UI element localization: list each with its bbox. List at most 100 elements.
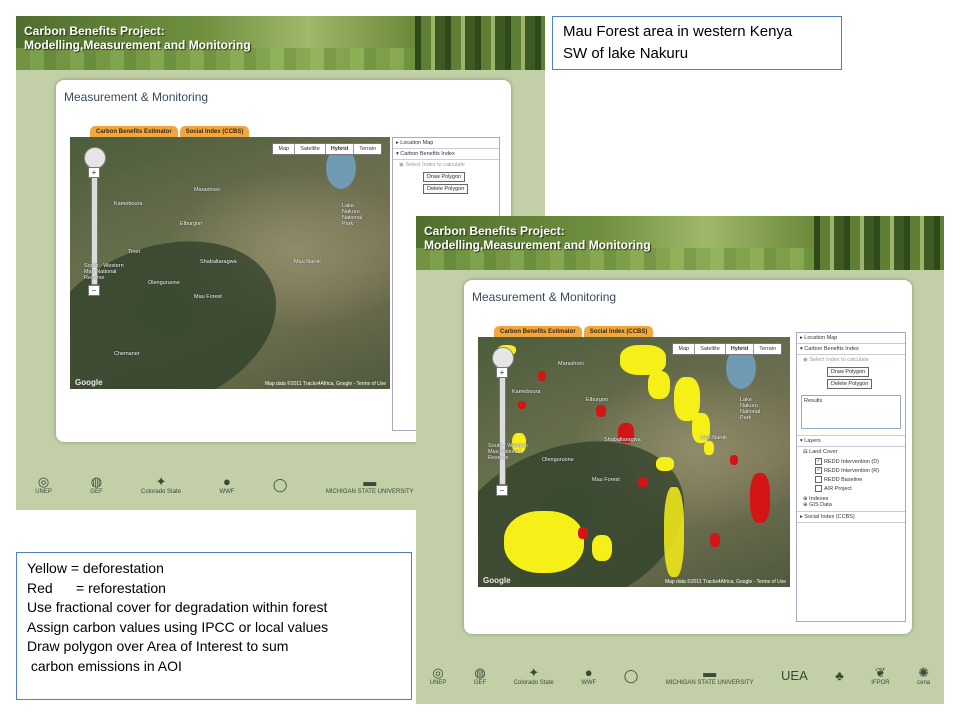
unep-icon: ◎	[432, 664, 444, 680]
delete-polygon-button[interactable]: Delete Polygon	[827, 379, 873, 389]
layer-redd-baseline[interactable]: REDD Baseline	[797, 475, 905, 484]
reforestation-patch	[538, 371, 546, 381]
map-label: Olenguruone	[148, 280, 180, 286]
tree-icon: ♣	[835, 668, 844, 683]
map-label: Shabaltaragwa	[200, 259, 237, 265]
sidebar-social-index[interactable]: ▸ Social Index (CCBS)	[797, 511, 905, 523]
sidebar-gis-data[interactable]: ⊕ GIS Data	[797, 502, 905, 511]
checkbox-checked-icon[interactable]: ✓	[815, 467, 822, 474]
deforestation-patch	[504, 511, 584, 573]
google-logo: Google	[75, 378, 103, 387]
panel-title: Measurement & Monitoring	[64, 90, 209, 104]
delete-polygon-button[interactable]: Delete Polygon	[423, 184, 469, 194]
map-type-control: Map Satellite Hybrid Terrain	[672, 343, 782, 355]
sidebar-location-map[interactable]: ▸ Location Map	[393, 138, 499, 149]
map-type-map[interactable]: Map	[673, 344, 694, 354]
legend-line: Yellow = deforestation	[27, 560, 164, 576]
map-type-satellite[interactable]: Satellite	[694, 344, 725, 354]
logo-globe: ◯	[624, 669, 639, 683]
map-view[interactable]: Map Satellite Hybrid Terrain + − Marasho…	[478, 337, 790, 587]
map-type-terrain[interactable]: Terrain	[353, 144, 381, 154]
globe-icon: ◯	[272, 477, 288, 492]
map-label: Mau Narok	[700, 435, 727, 441]
map-view[interactable]: Map Satellite Hybrid Terrain + − Marasho…	[70, 137, 390, 389]
sidebar-location-map[interactable]: ▸ Location Map	[797, 333, 905, 344]
layer-ar-project[interactable]: A/R Project	[797, 484, 905, 493]
csu-icon: ✦	[155, 473, 167, 489]
legend-line: Draw polygon over Area of Interest to su…	[27, 638, 289, 654]
map-label: Kameboura	[114, 201, 143, 207]
map-type-map[interactable]: Map	[273, 144, 294, 154]
sidebar: ▸ Location Map ▾ Carbon Benefits Index ◉…	[796, 332, 906, 622]
gef-icon: ◍	[474, 664, 486, 680]
reforestation-patch	[710, 533, 720, 547]
map-attribution: Map data ©2011 Tracks4Africa, Google - T…	[264, 381, 386, 387]
deforestation-patch	[704, 441, 714, 455]
msu-icon: ▬	[363, 473, 377, 489]
logo-globe: ◯	[273, 478, 288, 492]
map-type-hybrid[interactable]: Hybrid	[724, 344, 753, 354]
pan-control-icon[interactable]	[84, 147, 106, 169]
logo-csu: ✦ Colorado State	[513, 664, 554, 686]
sidebar-carbon-benefits-index[interactable]: ▾ Carbon Benefits Index	[393, 149, 499, 160]
unep-icon: ◎	[37, 473, 50, 489]
legend-line: Use fractional cover for degradation wit…	[27, 599, 328, 615]
select-index-hint[interactable]: ◉ Select Index to calculate	[797, 355, 905, 365]
panda-icon: ●	[223, 473, 231, 489]
pan-control-icon[interactable]	[492, 347, 514, 369]
logo-unep: ◎ UNEP	[429, 664, 447, 686]
deforestation-patch	[648, 371, 670, 399]
zoom-in-icon[interactable]: +	[88, 167, 100, 178]
screenshot-after: Carbon Benefits Project: Modelling,Measu…	[416, 216, 944, 704]
zoom-out-icon[interactable]: −	[88, 285, 100, 296]
banner-title: Carbon Benefits Project: Modelling,Measu…	[24, 24, 251, 52]
zoom-out-icon[interactable]: −	[496, 485, 508, 496]
logo-wwf: ● WWF	[219, 473, 235, 495]
map-attribution: Map data ©2011 Tracks4Africa, Google - T…	[664, 579, 786, 585]
checkbox-checked-icon[interactable]: ✓	[815, 458, 822, 465]
reforestation-patch	[578, 527, 588, 539]
partner-logo-strip: ◎ UNEP ◍ GEF ✦ Colorado State ● WWF ◯ ▬ MICHI…	[416, 648, 944, 704]
logo-uea: UEA	[781, 669, 808, 683]
checkbox-icon[interactable]	[815, 485, 822, 492]
google-logo: Google	[483, 576, 511, 585]
uea-icon: UEA	[781, 668, 808, 683]
sidebar-layers[interactable]: ▾ Layers	[797, 435, 905, 447]
sidebar-indexes[interactable]: ⊕ Indexes	[797, 493, 905, 502]
zoom-in-icon[interactable]: +	[496, 367, 508, 378]
zoom-slider[interactable]	[499, 373, 506, 485]
select-index-hint[interactable]: ◉ Select Index to calculate	[393, 160, 499, 170]
logo-csu: ✦ Colorado State	[141, 473, 182, 495]
map-label: Marashoni	[194, 187, 220, 193]
map-label: Tinet	[128, 249, 141, 255]
banner-title: Carbon Benefits Project: Modelling,Measu…	[424, 224, 651, 252]
map-label: Lake Nakuru National Park	[342, 203, 363, 227]
map-type-satellite[interactable]: Satellite	[294, 144, 325, 154]
gef-icon: ◍	[90, 473, 103, 489]
checkbox-icon[interactable]	[815, 476, 822, 483]
draw-polygon-button[interactable]: Draw Polygon	[423, 172, 466, 182]
map-label: Marashoni	[558, 361, 584, 367]
logo-cena: ✺ cena	[917, 664, 931, 686]
msu-icon: ▬	[703, 664, 717, 680]
sidebar-carbon-benefits-index[interactable]: ▾ Carbon Benefits Index	[797, 344, 905, 355]
land-cover-group[interactable]: ⊟ Land Cover	[797, 447, 905, 457]
map-type-control: Map Satellite Hybrid Terrain	[272, 143, 382, 155]
logo-msu: ▬ MICHIGAN STATE UNIVERSITY	[325, 473, 414, 495]
panel-title: Measurement & Monitoring	[472, 290, 617, 304]
draw-polygon-button[interactable]: Draw Polygon	[827, 367, 870, 377]
layer-redd-intervention-r[interactable]: ✓ REDD Intervention (R)	[797, 466, 905, 475]
results-box: Results	[801, 395, 901, 429]
map-label: Kameboura	[512, 389, 541, 395]
map-label: Shabaltaragwa	[604, 437, 641, 443]
reforestation-patch	[518, 401, 526, 409]
logo-gef: ◍ GEF	[90, 473, 103, 495]
map-type-terrain[interactable]: Terrain	[753, 344, 781, 354]
layer-redd-intervention-d[interactable]: ✓ REDD Intervention (D)	[797, 457, 905, 466]
map-type-hybrid[interactable]: Hybrid	[324, 144, 353, 154]
logo-gef: ◍ GEF	[473, 664, 487, 686]
map-label: South - Western Mau National Reserve	[488, 443, 528, 461]
cena-icon: ✺	[918, 664, 930, 680]
globe-icon: ◯	[623, 668, 639, 683]
logo-wwf: ● WWF	[581, 664, 597, 686]
